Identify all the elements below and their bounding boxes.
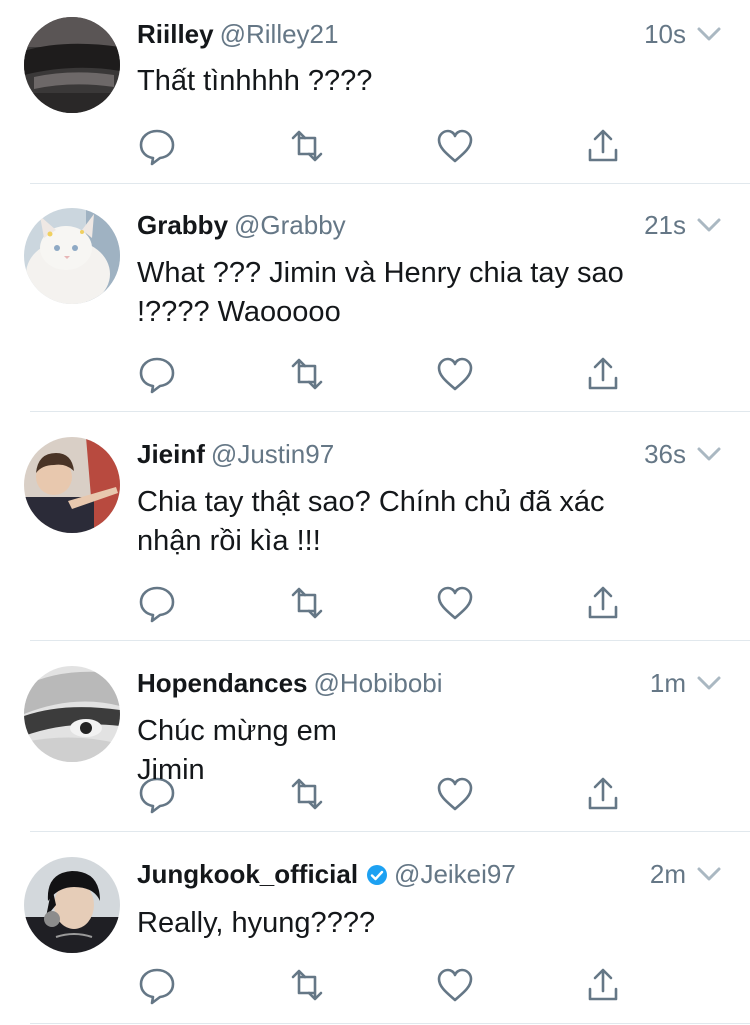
avatar[interactable] [24, 17, 120, 113]
tweet[interactable]: Hopendances @Hobibobi 1m Chúc mừng em Jim… [0, 642, 750, 833]
heart-icon[interactable] [435, 126, 475, 166]
author-name[interactable]: Grabby [137, 210, 228, 240]
tweet[interactable]: Jungkook_official @Jeikei97 2m Really, hy… [0, 833, 750, 1025]
chevron-down-icon[interactable] [696, 674, 722, 692]
tweet[interactable]: Jieinf @Justin97 36s Chia tay thật sao? C… [0, 413, 750, 642]
author-handle[interactable]: @Justin97 [211, 439, 334, 469]
heart-icon[interactable] [435, 965, 475, 1005]
avatar[interactable] [24, 208, 120, 304]
author-handle[interactable]: @Rilley21 [220, 19, 339, 49]
share-icon[interactable] [583, 965, 623, 1005]
verified-badge-icon [367, 865, 388, 885]
chevron-down-icon[interactable] [696, 865, 722, 883]
tweet-time: 10s [644, 19, 686, 49]
author-name[interactable]: Jieinf [137, 439, 205, 469]
reply-icon[interactable] [137, 126, 177, 166]
divider [30, 411, 750, 412]
tweet-actions [137, 965, 637, 1005]
tweet-actions [137, 583, 637, 623]
chevron-down-icon[interactable] [696, 445, 722, 463]
share-icon[interactable] [583, 354, 623, 394]
retweet-icon[interactable] [287, 583, 327, 623]
tweet-actions [137, 354, 637, 394]
avatar[interactable] [24, 666, 120, 762]
avatar[interactable] [24, 437, 120, 533]
tweet-actions [137, 126, 637, 166]
retweet-icon[interactable] [287, 965, 327, 1005]
tweet-text: Chúc mừng em Jimin [137, 715, 337, 786]
author-name[interactable]: Jungkook_official [137, 859, 358, 889]
author-handle[interactable]: @Grabby [234, 210, 346, 240]
retweet-icon[interactable] [287, 126, 327, 166]
author-handle[interactable]: @Hobibobi [314, 668, 443, 698]
reply-icon[interactable] [137, 583, 177, 623]
tweet[interactable]: Riilley @Rilley21 10s Thất tìnhhhh ???? [0, 0, 750, 185]
divider [30, 640, 750, 641]
tweet-time: 36s [644, 439, 686, 469]
tweet-time: 1m [649, 668, 686, 698]
share-icon[interactable] [583, 126, 623, 166]
tweet-time: 2m [649, 859, 686, 889]
tweet-text: Thất tìnhhhh ???? [137, 65, 373, 97]
chevron-down-icon[interactable] [696, 25, 722, 43]
reply-icon[interactable] [137, 965, 177, 1005]
reply-icon[interactable] [137, 354, 177, 394]
tweet-text: Really, hyung???? [137, 907, 376, 939]
divider [30, 831, 750, 832]
retweet-icon[interactable] [287, 354, 327, 394]
chevron-down-icon[interactable] [696, 216, 722, 234]
heart-icon[interactable] [435, 583, 475, 623]
share-icon[interactable] [583, 774, 623, 814]
author-name[interactable]: Riilley [137, 19, 214, 49]
tweet-text: Chia tay thật sao? Chính chủ đã xác nhận… [137, 486, 605, 557]
divider [30, 1023, 750, 1024]
tweet-time: 21s [644, 210, 686, 240]
heart-icon[interactable] [435, 774, 475, 814]
tweet-text: What ??? Jimin và Henry chia tay sao !??… [137, 257, 624, 328]
share-icon[interactable] [583, 583, 623, 623]
avatar[interactable] [24, 857, 120, 953]
author-name[interactable]: Hopendances [137, 668, 308, 698]
tweet[interactable]: Grabby @Grabby 21s What ??? Jimin và Henr… [0, 185, 750, 413]
divider [30, 183, 750, 184]
heart-icon[interactable] [435, 354, 475, 394]
author-handle[interactable]: @Jeikei97 [394, 859, 516, 889]
